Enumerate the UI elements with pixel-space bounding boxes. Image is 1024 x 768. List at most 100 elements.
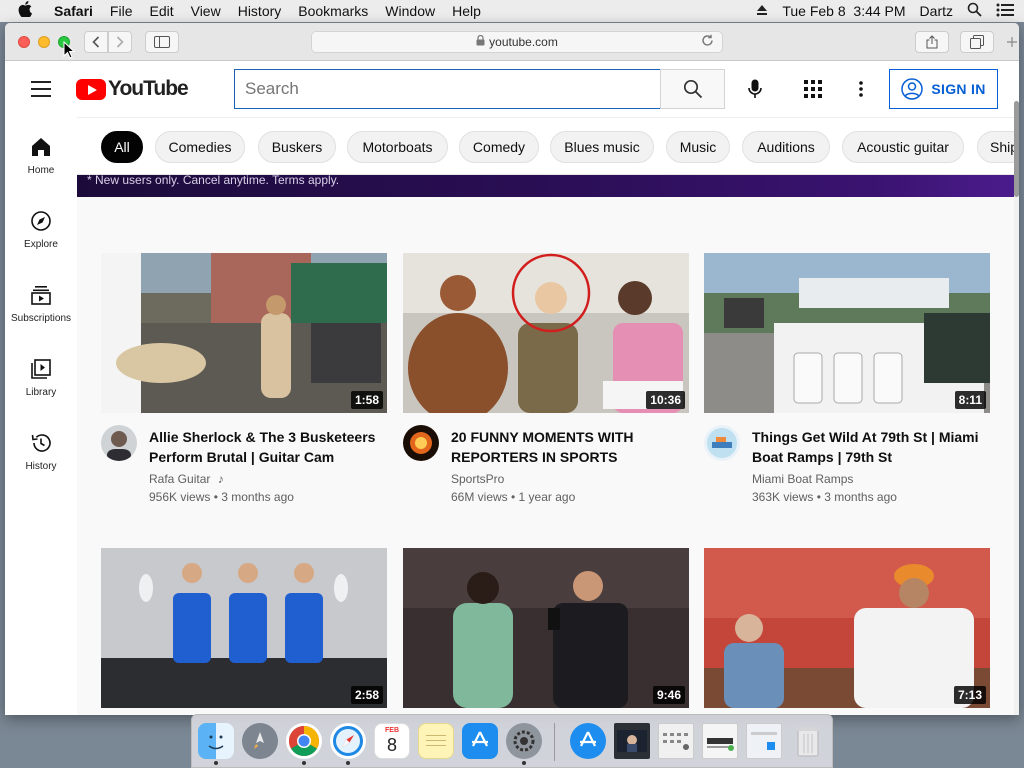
spotlight-search-icon[interactable] [967,2,982,20]
safari-icon[interactable] [330,723,366,759]
sidebar-toggle-button[interactable] [145,31,179,53]
app-store-icon[interactable] [462,723,498,759]
close-window-button[interactable] [18,36,30,48]
app-store-download-icon[interactable] [570,723,606,759]
sign-in-button[interactable]: SIGN IN [889,69,998,109]
trash-icon[interactable] [790,723,826,759]
chip-acoustic-guitar[interactable]: Acoustic guitar [842,131,964,163]
library-icon [31,359,51,379]
chip-music[interactable]: Music [666,131,730,163]
video-card[interactable]: 10:36 20 FUNNY MOMENTS WITH REPORTERS IN… [403,253,689,517]
video-card[interactable]: 2:58 [101,548,387,715]
menu-user[interactable]: Dartz [920,3,953,19]
back-button[interactable] [84,31,108,53]
guide-item-explore[interactable]: Explore [5,191,77,261]
window-thumbnail[interactable] [614,723,650,759]
chip-blues-music[interactable]: Blues music [550,131,654,163]
running-indicator [214,761,218,765]
guide-item-home[interactable]: Home [5,117,77,187]
video-thumbnail[interactable]: 10:36 [403,253,689,413]
guide-item-history[interactable]: History [5,413,77,483]
notes-icon[interactable] [418,723,454,759]
safari-window: youtube.com YouTube Search SIGN IN Home … [5,23,1019,715]
history-icon [31,434,51,452]
subscriptions-icon [31,286,51,305]
menu-file[interactable]: File [110,3,133,19]
menu-edit[interactable]: Edit [149,3,173,19]
channel-name[interactable]: SportsPro [451,472,504,486]
channel-name[interactable]: Rafa Guitar ♪ [149,472,224,486]
apple-menu-icon[interactable] [18,1,40,21]
microphone-icon [748,79,762,98]
search-input[interactable] [245,79,645,99]
chip-motorboats[interactable]: Motorboats [347,131,448,163]
new-tab-button[interactable] [1007,23,1019,61]
menu-history[interactable]: History [238,3,282,19]
channel-name[interactable]: Miami Boat Ramps [752,472,853,486]
reload-icon[interactable] [701,34,714,50]
menu-bookmarks[interactable]: Bookmarks [298,3,368,19]
minimize-window-button[interactable] [38,36,50,48]
window-thumbnail[interactable] [702,723,738,759]
scrollbar-thumb[interactable] [1014,101,1019,197]
forward-button[interactable] [108,31,132,53]
video-thumbnail[interactable]: 9:46 [403,548,689,708]
video-thumbnail[interactable]: 8:11 [704,253,990,413]
search-box[interactable] [234,69,661,109]
finder-icon[interactable] [198,723,234,759]
guide-item-subscriptions[interactable]: Subscriptions [5,265,77,335]
video-title[interactable]: Allie Sherlock & The 3 Busketeers Perfor… [149,427,385,467]
running-indicator [302,761,306,765]
menu-app-name[interactable]: Safari [54,3,93,19]
window-thumbnail[interactable] [658,723,694,759]
chip-buskers[interactable]: Buskers [258,131,336,163]
youtube-wordmark: YouTube [108,77,189,100]
video-title[interactable]: 20 FUNNY MOMENTS WITH REPORTERS IN SPORT… [451,427,687,467]
notification-center-icon[interactable] [996,3,1014,20]
dock-divider [554,723,555,761]
channel-avatar[interactable] [403,425,439,461]
scrollbar-track[interactable] [1014,117,1019,715]
menu-clock[interactable]: Tue Feb 8 3:44 PM [782,3,905,19]
video-card[interactable]: 8:11 Things Get Wild At 79th St | Miami … [704,253,990,517]
macos-menu-bar: Safari File Edit View History Bookmarks … [0,0,1024,22]
chip-all[interactable]: All [101,131,143,163]
youtube-apps-button[interactable] [801,77,825,101]
video-card[interactable]: 9:46 [403,548,689,715]
video-card[interactable]: 1:58 Allie Sherlock & The 3 Busketeers P… [101,253,387,517]
video-thumbnail[interactable]: 1:58 [101,253,387,413]
guide-item-library[interactable]: Library [5,339,77,409]
video-card[interactable]: 7:13 [704,548,990,715]
chip-comedy[interactable]: Comedy [459,131,539,163]
video-meta: 66M views • 1 year ago [451,490,576,504]
menu-help[interactable]: Help [452,3,481,19]
menu-icon[interactable] [31,81,51,97]
chrome-icon[interactable] [286,723,322,759]
chip-auditions[interactable]: Auditions [742,131,830,163]
menu-window[interactable]: Window [385,3,435,19]
video-thumbnail[interactable]: 7:13 [704,548,990,708]
channel-avatar[interactable] [101,425,137,461]
video-duration: 7:13 [953,686,986,704]
calendar-day: 8 [386,735,397,755]
eject-icon[interactable] [756,3,768,19]
voice-search-button[interactable] [743,77,767,101]
chip-ship[interactable]: Ship [977,131,1019,163]
channel-avatar[interactable] [704,425,740,461]
tab-overview-button[interactable] [960,31,994,53]
window-thumbnail[interactable] [746,723,782,759]
running-indicator [522,761,526,765]
system-preferences-icon[interactable] [506,723,542,759]
address-bar[interactable]: youtube.com [311,31,723,53]
share-button[interactable] [915,31,949,53]
calendar-icon[interactable]: FEB 8 [374,723,410,759]
menu-view[interactable]: View [191,3,221,19]
chip-comedies[interactable]: Comedies [155,131,245,163]
search-button[interactable] [660,69,725,109]
youtube-logo[interactable]: YouTube [76,77,189,101]
sign-in-label: SIGN IN [931,81,986,97]
settings-more-button[interactable] [849,77,873,101]
launchpad-icon[interactable] [242,723,278,759]
video-thumbnail[interactable]: 2:58 [101,548,387,708]
video-title[interactable]: Things Get Wild At 79th St | Miami Boat … [752,427,988,467]
